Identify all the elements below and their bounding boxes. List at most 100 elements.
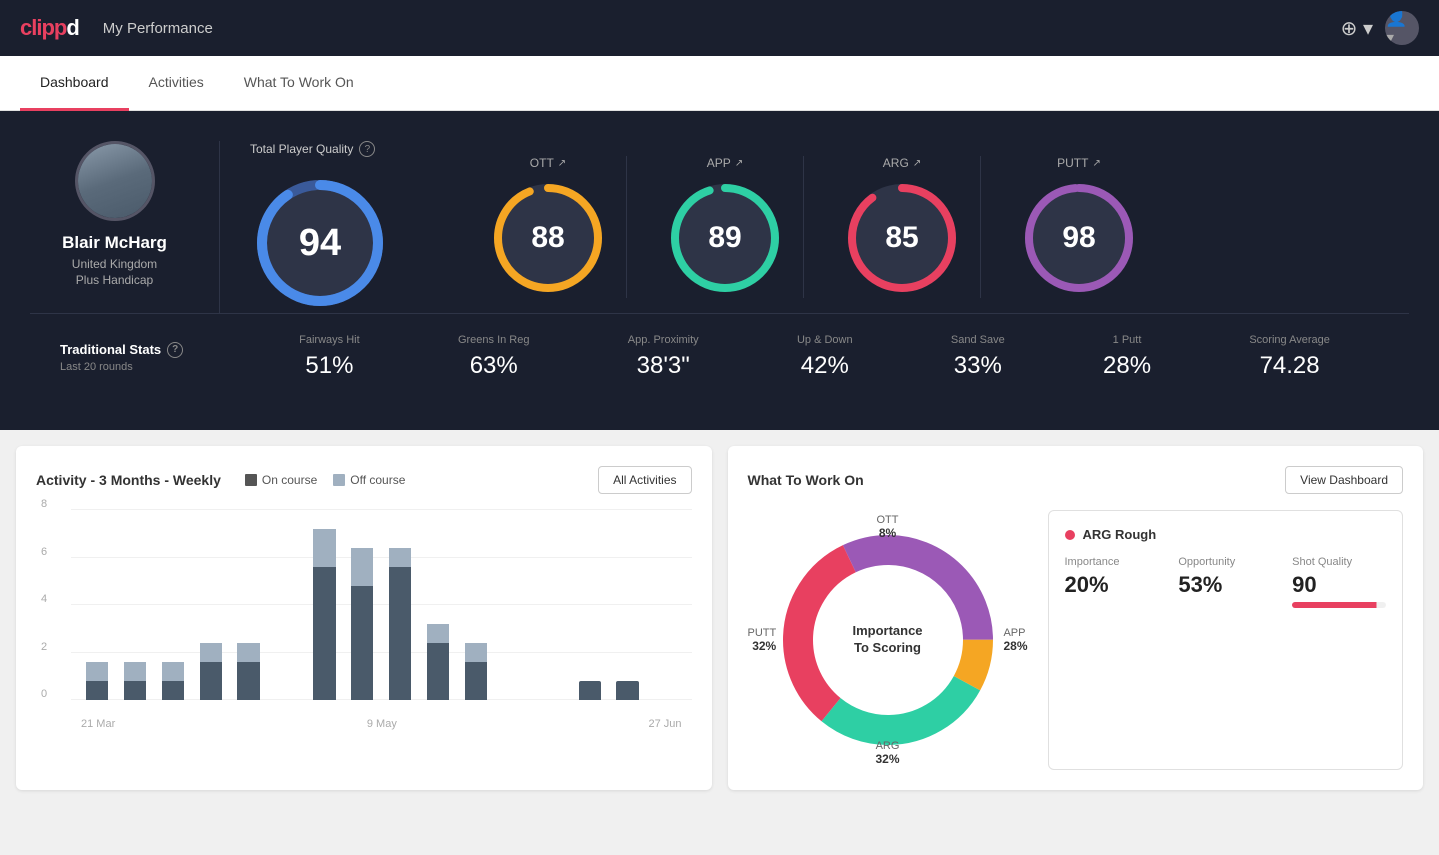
arg-value: 85 xyxy=(885,221,918,255)
arg-donut-label: ARG 32% xyxy=(875,740,899,766)
add-icon[interactable]: ⊕ ▾ xyxy=(1341,16,1373,41)
chart-legend: On course Off course xyxy=(245,473,406,487)
info-card: ARG Rough Importance 20% Opportunity 53%… xyxy=(1048,510,1404,770)
trad-scoring: Scoring Average 74.28 xyxy=(1249,334,1330,380)
bar-group-9 xyxy=(422,624,454,700)
player-name: Blair McHarg xyxy=(62,233,167,253)
bar-group-3 xyxy=(195,643,227,700)
x-axis: 21 Mar 9 May 27 Jun xyxy=(71,718,692,730)
grid-label-2: 2 xyxy=(41,641,47,653)
activity-title: Activity - 3 Months - Weekly xyxy=(36,472,221,488)
bar-group-7 xyxy=(346,548,378,700)
trad-label-area: Traditional Stats ? Last 20 rounds xyxy=(60,342,250,373)
bottom-panels: Activity - 3 Months - Weekly On course O… xyxy=(0,430,1439,806)
scores-area: Total Player Quality ? 94 OTT ↗ xyxy=(220,141,1409,313)
app-label: APP ↗ xyxy=(707,156,743,170)
grid-label-8: 8 xyxy=(41,498,47,510)
on-course-bar xyxy=(86,681,108,700)
bar-group-8 xyxy=(384,548,416,700)
bar-group-0 xyxy=(81,662,113,700)
on-course-bar xyxy=(616,681,638,700)
arg-label: ARG ↗ xyxy=(883,156,921,170)
off-course-bar xyxy=(200,643,222,662)
header-title: My Performance xyxy=(103,20,213,37)
total-score: Total Player Quality ? 94 xyxy=(250,141,450,313)
nav-what-to-work-on[interactable]: What To Work On xyxy=(224,56,374,111)
off-course-bar xyxy=(313,529,335,567)
nav-activities[interactable]: Activities xyxy=(129,56,224,111)
on-course-bar xyxy=(313,567,335,700)
total-label: Total Player Quality ? xyxy=(250,141,375,157)
off-course-bar xyxy=(162,662,184,681)
trad-subtitle: Last 20 rounds xyxy=(60,361,250,373)
ott-score-group: OTT ↗ 88 xyxy=(470,156,627,298)
shot-quality-col: Shot Quality 90 xyxy=(1292,556,1386,608)
on-course-bar xyxy=(124,681,146,700)
app-circle: 89 xyxy=(665,178,785,298)
activity-panel: Activity - 3 Months - Weekly On course O… xyxy=(16,446,712,790)
donut-chart-area: ImportanceTo Scoring OTT 8% APP 28% ARG … xyxy=(748,510,1028,770)
trad-fairways: Fairways Hit 51% xyxy=(299,334,360,380)
nav-dashboard[interactable]: Dashboard xyxy=(20,56,129,111)
wtwo-content: ImportanceTo Scoring OTT 8% APP 28% ARG … xyxy=(748,510,1404,770)
grid-label-6: 6 xyxy=(41,546,47,558)
player-avatar xyxy=(75,141,155,221)
header-left: clippd My Performance xyxy=(20,15,213,41)
bar-group-1 xyxy=(119,662,151,700)
app-donut-label: APP 28% xyxy=(1003,627,1027,653)
off-course-bar xyxy=(237,643,259,662)
info-icon[interactable]: ? xyxy=(359,141,375,157)
wtwo-panel: What To Work On View Dashboard xyxy=(728,446,1424,790)
hero-section: Blair McHarg United Kingdom Plus Handica… xyxy=(0,111,1439,430)
putt-circle: 98 xyxy=(1019,178,1139,298)
navigation: Dashboard Activities What To Work On xyxy=(0,56,1439,111)
grid-label-0: 0 xyxy=(41,688,47,700)
app-score-group: APP ↗ 89 xyxy=(647,156,804,298)
player-handicap: Plus Handicap xyxy=(76,273,153,287)
activity-panel-header: Activity - 3 Months - Weekly On course O… xyxy=(36,466,692,494)
wtwo-title: What To Work On xyxy=(748,472,864,488)
on-course-bar xyxy=(427,643,449,700)
arg-circle: 85 xyxy=(842,178,962,298)
trad-info-icon[interactable]: ? xyxy=(167,342,183,358)
info-card-title: ARG Rough xyxy=(1065,527,1387,542)
trad-updown: Up & Down 42% xyxy=(797,334,853,380)
ott-donut-label: OTT 8% xyxy=(877,514,899,540)
bar-group-4 xyxy=(233,643,265,700)
bar-group-14 xyxy=(612,681,644,700)
ott-label: OTT ↗ xyxy=(530,156,566,170)
bar-group-6 xyxy=(308,529,340,700)
off-course-bar xyxy=(427,624,449,643)
on-course-bar xyxy=(162,681,184,700)
putt-arrow: ↗ xyxy=(1092,158,1100,169)
header-right: ⊕ ▾ 👤 ▾ xyxy=(1341,11,1419,45)
on-course-bar xyxy=(465,662,487,700)
trad-greens: Greens In Reg 63% xyxy=(458,334,530,380)
putt-score-group: PUTT ↗ 98 xyxy=(1001,156,1157,298)
bars-container xyxy=(71,510,692,700)
on-course-bar xyxy=(351,586,373,700)
on-course-bar xyxy=(237,662,259,700)
ott-value: 88 xyxy=(531,221,564,255)
off-course-legend-box xyxy=(333,474,345,486)
off-course-bar xyxy=(389,548,411,567)
arg-arrow: ↗ xyxy=(913,158,921,169)
legend-off-course: Off course xyxy=(333,473,405,487)
view-dashboard-button[interactable]: View Dashboard xyxy=(1285,466,1403,494)
bar-group-2 xyxy=(157,662,189,700)
avatar[interactable]: 👤 ▾ xyxy=(1385,11,1419,45)
importance-col: Importance 20% xyxy=(1065,556,1159,608)
logo: clippd xyxy=(20,15,79,41)
on-course-bar xyxy=(389,567,411,700)
all-activities-button[interactable]: All Activities xyxy=(598,466,691,494)
traditional-stats: Traditional Stats ? Last 20 rounds Fairw… xyxy=(30,313,1409,400)
trad-oneputt: 1 Putt 28% xyxy=(1103,334,1151,380)
ott-arrow: ↗ xyxy=(558,158,566,169)
trad-proximity: App. Proximity 38'3" xyxy=(628,334,699,380)
app-value: 89 xyxy=(708,221,741,255)
app-arrow: ↗ xyxy=(735,158,743,169)
bar-group-10 xyxy=(460,643,492,700)
bar-group-13 xyxy=(574,681,606,700)
player-info: Blair McHarg United Kingdom Plus Handica… xyxy=(30,141,220,313)
opportunity-col: Opportunity 53% xyxy=(1178,556,1272,608)
